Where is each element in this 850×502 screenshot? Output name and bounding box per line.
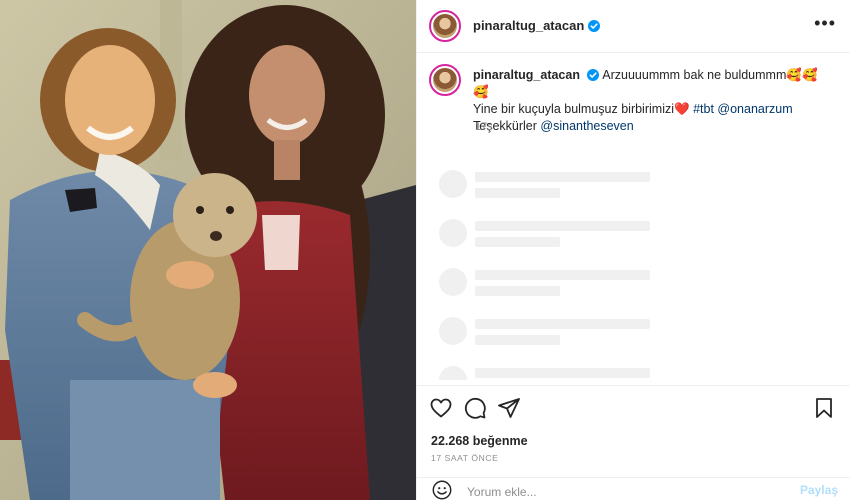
post-header: pinaraltug_atacan •••	[417, 0, 850, 53]
post-photo[interactable]	[0, 0, 416, 500]
header-username[interactable]: pinaraltug_atacan	[473, 18, 601, 33]
comment-input[interactable]	[465, 482, 769, 502]
caption-username[interactable]: pinaraltug_atacan	[473, 68, 580, 82]
bookmark-icon[interactable]	[812, 396, 836, 420]
like-count[interactable]: 22.268 beğenme	[431, 434, 528, 448]
instagram-post: pinaraltug_atacan ••• pinaraltug_atacan …	[0, 0, 850, 502]
hashtag-link[interactable]: #tbt	[693, 102, 714, 116]
posted-time[interactable]: 17 SAAT ÖNCE	[431, 453, 498, 463]
heart-icon[interactable]	[429, 396, 453, 420]
avatar[interactable]	[429, 10, 461, 42]
caption-line-2: Yine bir kuçuyla bulmuşuz birbirimizi	[473, 102, 674, 116]
mention-link-sinantheseven[interactable]: @sinantheseven	[540, 119, 633, 133]
emoji-icon[interactable]	[431, 479, 453, 501]
verified-badge-icon	[588, 20, 601, 32]
caption-avatar[interactable]	[429, 64, 461, 96]
comment-skeleton	[439, 366, 829, 380]
heart-emoji: ❤️	[674, 102, 690, 116]
caption: pinaraltug_atacan Arzuuuummm bak ne buld…	[473, 67, 833, 135]
post-actions: 22.268 beğenme 17 SAAT ÖNCE Paylaş	[417, 385, 850, 502]
caption-timestamp: 17s	[475, 121, 493, 133]
header-username-text[interactable]: pinaraltug_atacan	[473, 18, 584, 33]
share-button[interactable]: Paylaş	[800, 483, 838, 497]
post-sidebar: pinaraltug_atacan ••• pinaraltug_atacan …	[416, 0, 850, 502]
more-options-icon[interactable]: •••	[814, 14, 836, 32]
caption-line-1: Arzuuuummm bak ne buldummm	[602, 68, 787, 82]
share-icon[interactable]	[497, 396, 521, 420]
comment-icon[interactable]	[463, 396, 487, 420]
caption-verified-badge-icon	[587, 69, 600, 81]
mention-link-onanarzum[interactable]: @onanarzum	[717, 102, 792, 116]
post-photo-image	[0, 0, 416, 500]
add-comment-bar: Paylaş	[417, 477, 850, 502]
